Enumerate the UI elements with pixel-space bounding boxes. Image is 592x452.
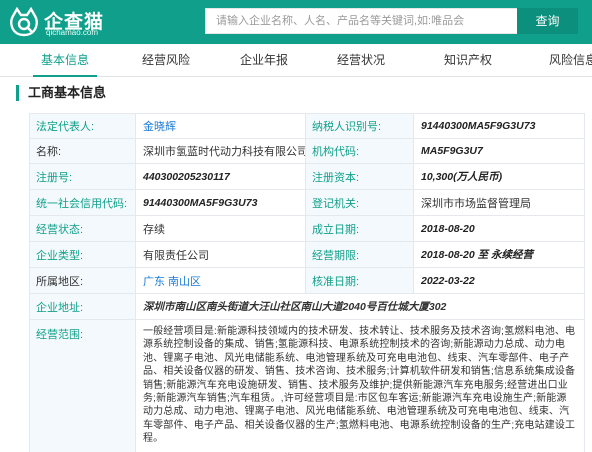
table-row: 注册号: 440300205230117 注册资本: 10,300(万人民币)	[29, 164, 585, 190]
section-title: 工商基本信息	[16, 85, 106, 101]
region-link[interactable]: 广东 南山区	[136, 268, 306, 293]
tab-business-risk[interactable]: 经营风险	[134, 45, 198, 76]
org-code-label: 机构代码:	[306, 139, 414, 163]
table-row: 经营状态: 存续 成立日期: 2018-08-20	[29, 216, 585, 242]
legal-rep-label: 法定代表人:	[29, 114, 136, 138]
brand-domain: qichamao.com	[46, 28, 99, 37]
authority-value: 深圳市市场监督管理局	[414, 190, 585, 215]
table-row: 所属地区: 广东 南山区 核准日期: 2022-03-22	[29, 268, 585, 294]
logo-icon	[10, 6, 38, 37]
credit-code-value: 91440300MA5F9G3U73	[136, 190, 306, 215]
reg-no-value: 440300205230117	[136, 164, 306, 189]
tab-bar: 基本信息 经营风险 企业年报 经营状况 知识产权 风险信息	[0, 45, 592, 77]
brand-logo[interactable]: 企查猫 qichamao.com	[8, 6, 128, 38]
reg-capital-value: 10,300(万人民币)	[414, 164, 585, 189]
search-button[interactable]: 查询	[517, 8, 578, 34]
authority-label: 登记机关:	[306, 190, 414, 215]
scope-value: 一般经营项目是:新能源科技领域内的技术研发、技术转让、技术服务及技术咨询;氢燃料…	[143, 326, 576, 445]
status-label: 经营状态:	[29, 216, 136, 241]
search-input[interactable]: 请输入企业名称、人名、产品名等关键词,如:唯品会	[205, 8, 518, 34]
business-info-table: 法定代表人: 金晓辉 纳税人识别号: 91440300MA5F9G3U73 名称…	[29, 113, 585, 452]
table-row: 企业地址: 深圳市南山区南头街道大汪山社区南山大道2040号百仕城大厦302	[29, 294, 585, 320]
tab-operation-status[interactable]: 经营状况	[329, 45, 393, 76]
tab-basic-info[interactable]: 基本信息	[33, 45, 97, 77]
company-type-value: 有限责任公司	[136, 242, 306, 267]
credit-code-label: 统一社会信用代码:	[29, 190, 136, 215]
address-label: 企业地址:	[29, 294, 136, 319]
tab-intellectual-property[interactable]: 知识产权	[436, 45, 500, 76]
table-row: 名称: 深圳市氢蓝时代动力科技有限公司 机构代码: MA5F9G3U7	[29, 139, 585, 164]
term-label: 经营期限:	[306, 242, 414, 267]
status-value: 存续	[136, 216, 306, 241]
table-row: 企业类型: 有限责任公司 经营期限: 2018-08-20 至 永续经营	[29, 242, 585, 268]
company-name-value: 深圳市氢蓝时代动力科技有限公司	[136, 139, 306, 163]
reg-no-label: 注册号:	[29, 164, 136, 189]
approved-label: 核准日期:	[306, 268, 414, 293]
taxpayer-id-value: 91440300MA5F9G3U73	[414, 114, 585, 138]
top-header: 企查猫 qichamao.com 请输入企业名称、人名、产品名等关键词,如:唯品…	[0, 0, 592, 44]
tab-annual-report[interactable]: 企业年报	[232, 45, 296, 76]
tab-risk-info[interactable]: 风险信息	[541, 45, 592, 76]
table-row: 法定代表人: 金晓辉 纳税人识别号: 91440300MA5F9G3U73	[29, 114, 585, 139]
taxpayer-id-label: 纳税人识别号:	[306, 114, 414, 138]
table-row: 经营范围: 一般经营项目是:新能源科技领域内的技术研发、技术转让、技术服务及技术…	[29, 320, 585, 452]
reg-capital-label: 注册资本:	[306, 164, 414, 189]
region-label: 所属地区:	[29, 268, 136, 293]
term-value: 2018-08-20 至 永续经营	[414, 242, 585, 267]
org-code-value: MA5F9G3U7	[414, 139, 585, 163]
scope-label: 经营范围:	[29, 320, 136, 452]
table-row: 统一社会信用代码: 91440300MA5F9G3U73 登记机关: 深圳市市场…	[29, 190, 585, 216]
company-name-label: 名称:	[29, 139, 136, 163]
address-value: 深圳市南山区南头街道大汪山社区南山大道2040号百仕城大厦302	[136, 294, 585, 319]
approved-value: 2022-03-22	[414, 268, 585, 293]
established-value: 2018-08-20	[414, 216, 585, 241]
legal-rep-link[interactable]: 金晓辉	[136, 114, 306, 138]
established-label: 成立日期:	[306, 216, 414, 241]
company-type-label: 企业类型:	[29, 242, 136, 267]
scope-cell: 一般经营项目是:新能源科技领域内的技术研发、技术转让、技术服务及技术咨询;氢燃料…	[136, 320, 585, 452]
